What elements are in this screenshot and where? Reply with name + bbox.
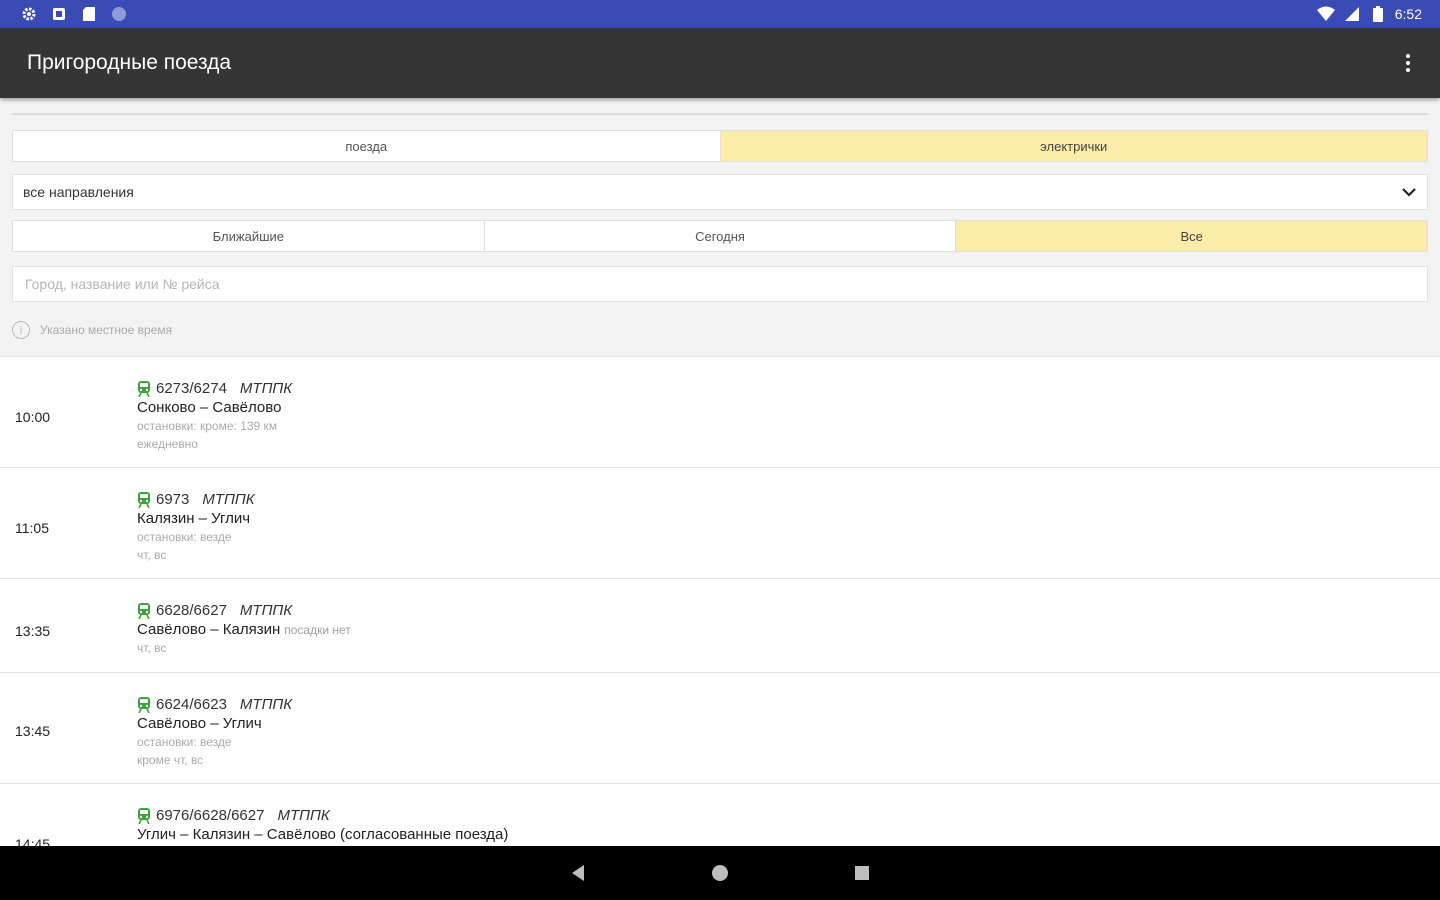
- train-icon: [137, 380, 151, 397]
- circle-icon: [110, 5, 128, 23]
- train-route: Савёлово – Углич: [137, 714, 292, 733]
- train-number: 6273/6274: [156, 380, 227, 397]
- train-days: кроме чт, вс: [137, 753, 204, 767]
- sd-card-icon: [80, 5, 98, 23]
- train-route-text: Калязин – Углич: [137, 510, 251, 527]
- train-icon: [137, 696, 151, 713]
- info-note: i Указано местное время: [12, 320, 172, 340]
- train-route: Сонково – Савёлово: [137, 398, 292, 417]
- status-right-icons: 6:52: [1316, 5, 1422, 23]
- train-number-line: 6273/6274 МТППК: [137, 379, 292, 398]
- train-stops: остановки: везде: [137, 735, 232, 749]
- train-details: 6976/6628/6627 МТППК Углич – Калязин – С…: [137, 806, 508, 844]
- divider: [12, 113, 1428, 115]
- tab-nearest[interactable]: Ближайшие: [13, 221, 485, 251]
- train-route: Савёлово – Калязин посадки нет: [137, 620, 351, 639]
- train-number: 6976/6628/6627: [156, 807, 265, 824]
- filters-panel: поезда электрички все направления Ближай…: [0, 98, 1440, 356]
- back-icon[interactable]: [566, 861, 590, 885]
- recents-icon[interactable]: [850, 861, 874, 885]
- train-route-text: Савёлово – Калязин: [137, 621, 281, 638]
- tab-elektrichki[interactable]: электрички: [720, 131, 1427, 161]
- train-details: 6628/6627 МТППК Савёлово – Калязин посадк…: [137, 601, 351, 657]
- train-carrier: МТППК: [239, 696, 293, 713]
- settings-icon: [20, 5, 38, 23]
- train-number: 6624/6623: [156, 696, 227, 713]
- status-left-icons: [20, 5, 128, 23]
- train-time: 10:00: [15, 409, 51, 425]
- search-input[interactable]: [12, 266, 1428, 302]
- train-number-line: 6628/6627 МТППК: [137, 601, 351, 620]
- train-carrier: МТППК: [239, 602, 293, 619]
- train-carrier: МТППК: [277, 807, 330, 824]
- train-row[interactable]: 10:00 6273/6274 МТППК Сонково – Савёлово…: [0, 357, 1440, 468]
- direction-select-value: все направления: [23, 184, 134, 200]
- train-route-text: Савёлово – Углич: [137, 715, 262, 732]
- app-title: Пригородные поезда: [27, 51, 232, 74]
- train-details: 6624/6623 МТППК Савёлово – Углич останов…: [137, 695, 292, 769]
- train-carrier: МТППК: [202, 491, 255, 508]
- train-row[interactable]: 14:45 6976/6628/6627 МТППК Углич – Каляз…: [0, 784, 1440, 846]
- train-row[interactable]: 13:35 6628/6627 МТППК Савёлово – Калязин…: [0, 579, 1440, 673]
- status-bar: 6:52: [0, 0, 1440, 28]
- train-icon: [137, 491, 151, 508]
- train-time: 13:35: [15, 623, 51, 639]
- navigation-bar: [0, 846, 1440, 900]
- train-days: чт, вс: [137, 641, 167, 655]
- battery-icon: [1369, 5, 1387, 23]
- train-route-text: Сонково – Савёлово: [137, 399, 282, 416]
- train-time: 11:05: [15, 520, 49, 536]
- train-row[interactable]: 13:45 6624/6623 МТППК Савёлово – Углич о…: [0, 673, 1440, 784]
- tab-today[interactable]: Сегодня: [485, 221, 957, 251]
- train-stops: остановки: кроме: 139 км: [137, 419, 278, 433]
- direction-select[interactable]: все направления: [12, 174, 1428, 210]
- train-icon: [137, 807, 151, 824]
- train-number: 6628/6627: [156, 602, 227, 619]
- more-vert-icon[interactable]: [1396, 48, 1420, 78]
- train-list: 10:00 6273/6274 МТППК Сонково – Савёлово…: [0, 356, 1440, 846]
- wifi-icon: [1316, 5, 1335, 23]
- signal-icon: [1343, 5, 1361, 23]
- train-icon: [137, 602, 151, 619]
- train-time: 14:45: [15, 836, 51, 846]
- train-note: посадки нет: [284, 623, 351, 637]
- tab-all[interactable]: Все: [956, 221, 1428, 251]
- train-days: ежедневно: [137, 437, 198, 451]
- train-days: чт, вс: [137, 548, 167, 562]
- train-route: Калязин – Углич: [137, 509, 255, 528]
- train-number-line: 6973 МТППК: [137, 490, 255, 509]
- home-icon[interactable]: [708, 861, 732, 885]
- train-stops: остановки: везде: [137, 530, 232, 544]
- period-tabs: Ближайшие Сегодня Все: [12, 220, 1428, 252]
- train-details: 6973 МТППК Калязин – Углич остановки: ве…: [137, 490, 255, 564]
- train-time: 13:45: [15, 723, 51, 739]
- train-details: 6273/6274 МТППК Сонково – Савёлово остан…: [137, 379, 292, 453]
- train-route: Углич – Калязин – Савёлово (согласованны…: [137, 825, 508, 844]
- app-bar: Пригородные поезда: [0, 28, 1440, 98]
- train-route-text: Углич – Калязин – Савёлово (согласованны…: [137, 826, 509, 843]
- train-row[interactable]: 11:05 6973 МТППК Калязин – Углич останов…: [0, 468, 1440, 579]
- info-icon: i: [12, 321, 30, 339]
- train-carrier: МТППК: [239, 380, 293, 397]
- info-text: Указано местное время: [40, 323, 173, 337]
- train-type-tabs: поезда электрички: [12, 130, 1428, 162]
- tab-trains[interactable]: поезда: [13, 131, 721, 161]
- chevron-down-icon: [1401, 184, 1417, 200]
- train-number-line: 6624/6623 МТППК: [137, 695, 292, 714]
- notification-icon: [50, 5, 68, 23]
- train-number-line: 6976/6628/6627 МТППК: [137, 806, 508, 825]
- status-time: 6:52: [1394, 6, 1422, 22]
- train-number: 6973: [156, 491, 190, 508]
